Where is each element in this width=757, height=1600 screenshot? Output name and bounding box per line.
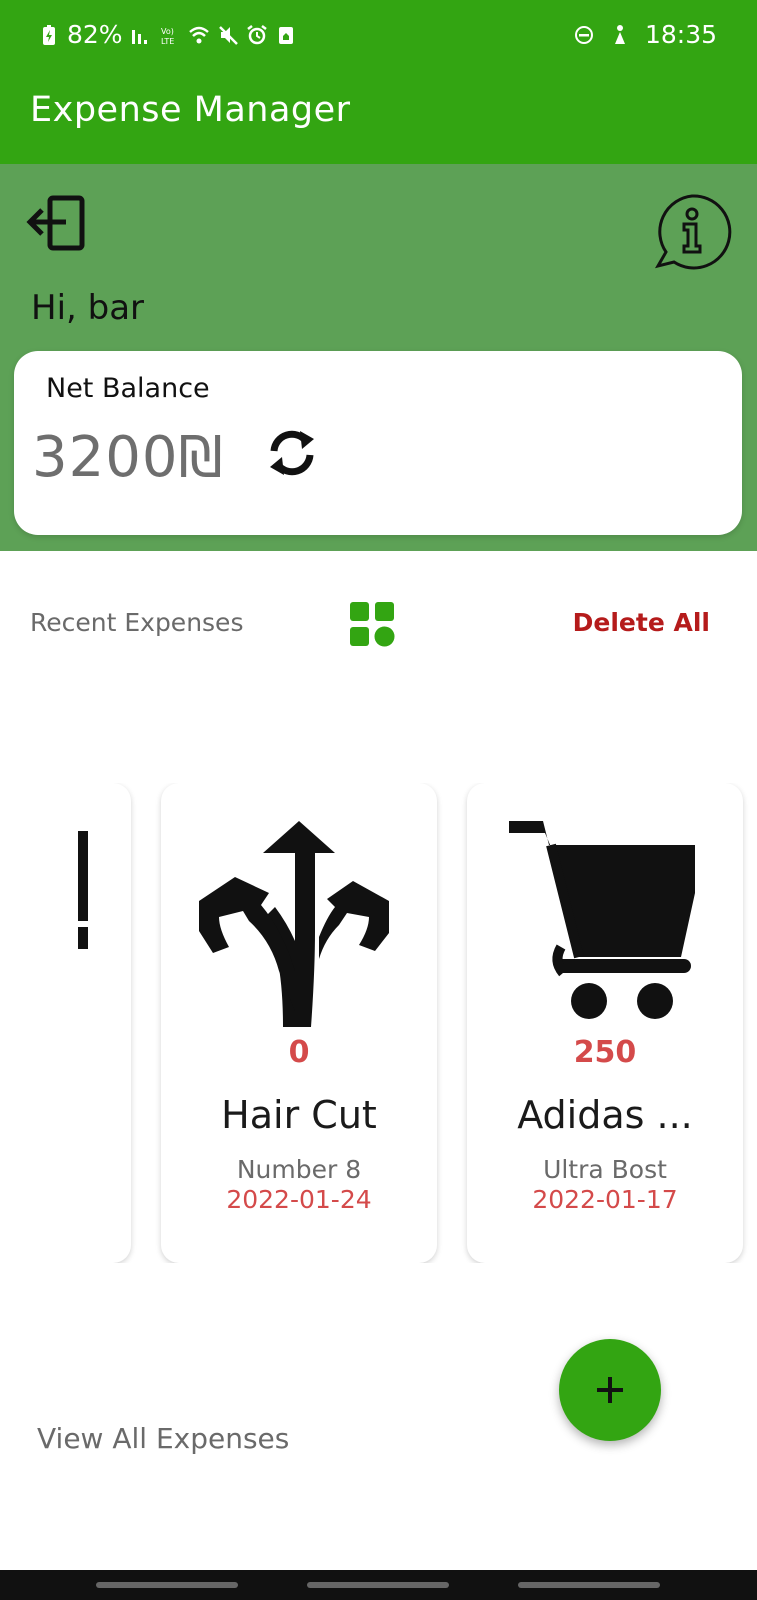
balance-card: Net Balance 3200₪ xyxy=(14,351,742,535)
status-bar: 82% Vo) LTE 18:35 xyxy=(0,0,757,76)
expense-amount: 0 xyxy=(288,1035,310,1070)
meditation-icon xyxy=(614,24,625,44)
app-title: Expense Manager xyxy=(30,90,351,130)
recent-expenses-label: Recent Expenses xyxy=(30,608,244,637)
greeting: Hi, bar xyxy=(31,288,145,328)
expense-subtitle: Ultra Bost xyxy=(543,1155,667,1184)
header-section: Hi, bar Net Balance 3200₪ xyxy=(0,164,757,551)
clock: 18:35 xyxy=(644,20,717,49)
split-arrows-icon xyxy=(199,821,389,1027)
nav-home[interactable] xyxy=(307,1582,449,1588)
view-all-expenses-link[interactable]: View All Expenses xyxy=(37,1422,289,1455)
expense-carousel[interactable]: 0 Hair Cut Number 8 2022-01-24 250 Adida… xyxy=(0,783,757,1263)
delete-all-button[interactable]: Delete All xyxy=(573,608,710,637)
status-left: 82% Vo) LTE xyxy=(38,20,297,49)
wifi-icon xyxy=(188,26,209,43)
nav-recent-apps[interactable] xyxy=(96,1582,238,1588)
status-right: 18:35 xyxy=(573,20,717,49)
svg-text:Vo): Vo) xyxy=(161,27,174,36)
volte-icon: Vo)LTE xyxy=(161,27,174,46)
refresh-icon[interactable] xyxy=(262,423,322,483)
balance-label: Net Balance xyxy=(46,373,210,404)
add-expense-button[interactable] xyxy=(559,1339,661,1441)
battery-charging-icon xyxy=(43,24,55,45)
info-icon[interactable] xyxy=(652,192,732,272)
exclamation-icon xyxy=(78,831,88,949)
expense-date: 2022-01-24 xyxy=(226,1185,372,1214)
plus-icon xyxy=(597,1377,623,1403)
nav-back[interactable] xyxy=(518,1582,660,1588)
logout-icon[interactable] xyxy=(26,192,90,256)
system-nav-bar xyxy=(0,1570,757,1600)
expense-title: Adidas ... xyxy=(517,1093,693,1137)
balance-value: 3200₪ xyxy=(32,425,224,490)
expense-card[interactable]: 250 Adidas ... Ultra Bost 2022-01-17 xyxy=(467,783,743,1263)
shopping-cart-icon xyxy=(509,821,695,1019)
signal-icon xyxy=(131,29,147,44)
grid-view-icon[interactable] xyxy=(348,600,396,648)
security-icon xyxy=(278,26,293,44)
mute-icon xyxy=(218,25,238,45)
do-not-disturb-icon xyxy=(574,25,593,44)
expense-subtitle: Number 8 xyxy=(236,1155,362,1184)
expense-amount: 250 xyxy=(573,1035,637,1070)
expense-card-partial[interactable] xyxy=(0,783,131,1263)
svg-text:LTE: LTE xyxy=(161,37,174,46)
alarm-icon xyxy=(246,24,267,44)
recent-expenses-header: Recent Expenses Delete All xyxy=(0,590,757,660)
expense-title: Hair Cut xyxy=(221,1093,377,1137)
battery-level: 82% xyxy=(67,20,123,49)
app-bar: Expense Manager xyxy=(0,76,757,164)
expense-date: 2022-01-17 xyxy=(532,1185,678,1214)
expense-card[interactable]: 0 Hair Cut Number 8 2022-01-24 xyxy=(161,783,437,1263)
